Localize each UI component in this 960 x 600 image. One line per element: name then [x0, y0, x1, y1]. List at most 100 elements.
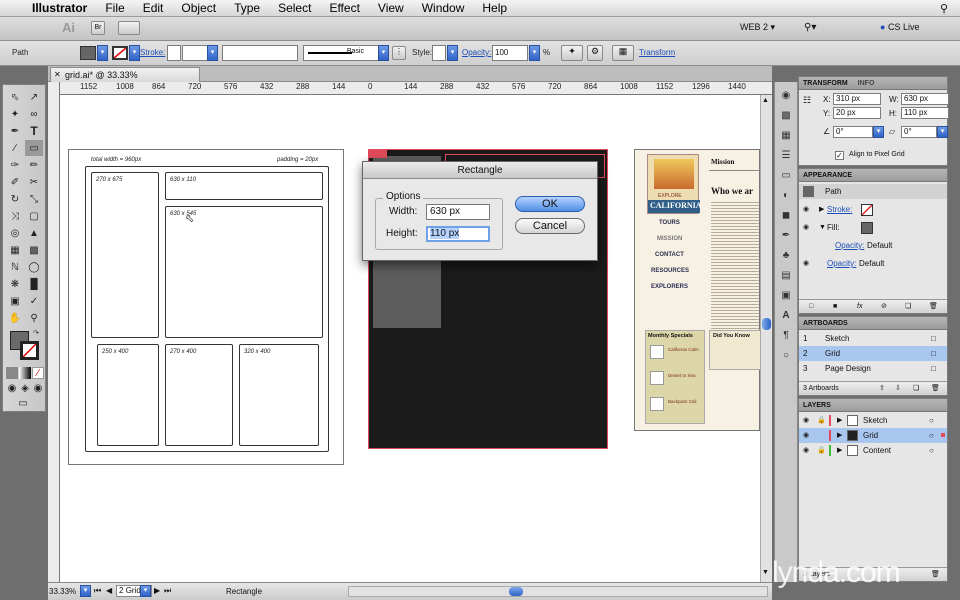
blob-brush-tool-icon[interactable]: ✐	[6, 174, 24, 190]
brush-options-button[interactable]: ⋮	[392, 46, 406, 60]
blend-tool-icon[interactable]: ◯	[25, 259, 43, 275]
brushes-panel-icon[interactable]: ✒	[779, 228, 793, 242]
width-tool-icon[interactable]: ⤨	[6, 208, 24, 224]
graphic-style-swatch[interactable]	[432, 45, 446, 61]
appearance-stroke-label[interactable]: Stroke:	[827, 202, 852, 217]
symbol-sprayer-tool-icon[interactable]: ❋	[6, 276, 24, 292]
shape-builder-tool-icon[interactable]: ◎	[6, 225, 24, 241]
move-up-icon[interactable]: ⇧	[879, 382, 885, 396]
artboard-tool-icon[interactable]: ▣	[6, 293, 24, 309]
artboard-row[interactable]: 3 Page Design □	[799, 361, 947, 376]
eye-icon[interactable]: ◉	[803, 417, 813, 425]
opacity-input[interactable]: 100	[492, 45, 528, 61]
add-fill-icon[interactable]: ■	[833, 300, 837, 314]
color-guide-icon[interactable]: ▩	[779, 108, 793, 122]
menu-select[interactable]: Select	[269, 1, 320, 15]
symbols-panel-icon[interactable]: ♣	[779, 248, 793, 262]
appearance-stroke-row[interactable]: ◉ ▶ Stroke:	[799, 202, 947, 217]
stroke-dropdown[interactable]: ▾	[129, 45, 140, 61]
eye-icon[interactable]: ◉	[803, 432, 813, 440]
x-input[interactable]: 310 px	[833, 93, 881, 105]
align-button[interactable]: ▦	[612, 45, 634, 61]
trash-icon[interactable]: 🗑	[931, 382, 940, 396]
rotate-input[interactable]: 0°	[833, 126, 873, 138]
eye-icon[interactable]: ◉	[803, 224, 813, 232]
workspace-switcher[interactable]: WEB 2 ▾	[740, 22, 775, 33]
menu-file[interactable]: File	[96, 1, 133, 15]
add-effect-icon[interactable]: fx	[857, 300, 862, 314]
paragraph-panel-icon[interactable]: ¶	[779, 328, 793, 342]
graphic-style-dropdown[interactable]: ▾	[447, 45, 458, 61]
ok-button[interactable]: OK	[515, 196, 585, 212]
artboard-row[interactable]: 1 Sketch □	[799, 331, 947, 346]
stroke-color-box[interactable]	[20, 341, 39, 360]
align-pixel-checkbox[interactable]: ✓	[835, 151, 844, 160]
zoom-level[interactable]: 33.33%	[49, 587, 76, 596]
eye-icon[interactable]: ◉	[803, 447, 813, 455]
vertical-ruler[interactable]	[48, 82, 60, 582]
tab-transform[interactable]: TRANSFORM	[803, 80, 848, 87]
tab-appearance[interactable]: APPEARANCE	[803, 172, 852, 179]
artboard-page-design[interactable]: EXPLORE CALIFORNIA Mission Who we ar TOU…	[634, 149, 761, 431]
disclosure-triangle-icon[interactable]: ▶	[819, 202, 824, 217]
prev-artboard-button[interactable]: ◀	[106, 586, 112, 595]
cancel-button[interactable]: Cancel	[515, 218, 585, 234]
gradient-tool-icon[interactable]: ▩	[25, 242, 43, 258]
stroke-label[interactable]: Stroke:	[140, 48, 165, 57]
rectangle-tool-icon[interactable]: ▭	[25, 140, 43, 156]
color-panel-icon[interactable]: ◉	[779, 88, 793, 102]
direct-selection-tool-icon[interactable]: ↗	[25, 89, 43, 105]
stroke-swatch[interactable]	[112, 46, 128, 60]
line-tool-icon[interactable]: ∕	[6, 140, 24, 156]
lock-icon[interactable]: 🔒	[817, 443, 826, 458]
tab-info[interactable]: INFO	[858, 80, 875, 87]
fill-swatch[interactable]	[80, 46, 96, 60]
stroke-panel-icon[interactable]: ☰	[779, 148, 793, 162]
trash-icon[interactable]: 🗑	[931, 568, 940, 582]
layer-row[interactable]: ◉ 🔒 ▶ Sketch ○	[799, 413, 947, 428]
tab-artboards[interactable]: ARTBOARDS	[803, 320, 848, 327]
rotate-dropdown[interactable]: ▾	[873, 126, 884, 138]
rotate-tool-icon[interactable]: ↻	[6, 191, 24, 207]
y-input[interactable]: 20 px	[833, 107, 881, 119]
tab-layers[interactable]: LAYERS	[803, 402, 831, 409]
transparency-panel-icon[interactable]: ◐	[779, 188, 793, 202]
height-input[interactable]: 110 px	[426, 226, 490, 242]
recolor-artwork-button[interactable]: ✦	[561, 45, 583, 61]
last-artboard-button[interactable]: ⏭	[164, 586, 171, 596]
zoom-tool-icon[interactable]: ⚲	[25, 310, 43, 326]
lock-icon[interactable]: 🔒	[817, 413, 826, 428]
move-down-icon[interactable]: ⇩	[895, 382, 901, 396]
appearance-fill-row[interactable]: ◉ ▼ Fill:	[799, 220, 947, 235]
scale-tool-icon[interactable]: ⤡	[25, 191, 43, 207]
layer-row[interactable]: ◉ 🔒 ▶ Content ○	[799, 443, 947, 458]
h-input[interactable]: 110 px	[901, 107, 949, 119]
slice-tool-icon[interactable]: ✓	[25, 293, 43, 309]
artboard-sketch[interactable]: total width = 960px padding = 20px 270 x…	[68, 149, 344, 465]
column-graph-tool-icon[interactable]: █	[25, 276, 43, 292]
artboard-row-selected[interactable]: 2 Grid □	[799, 346, 947, 361]
color-mode-icon[interactable]	[6, 367, 18, 379]
appearance-fill-label[interactable]: Fill:	[827, 220, 839, 235]
disclosure-triangle-icon[interactable]: ▶	[837, 443, 842, 458]
disclosure-triangle-open-icon[interactable]: ▼	[819, 220, 826, 235]
menu-edit[interactable]: Edit	[134, 1, 173, 15]
duplicate-item-icon[interactable]: ❏	[905, 300, 911, 314]
transform-link[interactable]: Transform	[639, 48, 675, 57]
draw-behind-icon[interactable]: ◈	[19, 382, 31, 394]
pencil-tool-icon[interactable]: ✏	[25, 157, 43, 173]
cs-live-button[interactable]: ● CS Live	[880, 22, 919, 32]
gradient-panel-icon[interactable]: ▭	[779, 168, 793, 182]
target-icon[interactable]: ○	[929, 413, 934, 428]
perspective-grid-tool-icon[interactable]: ▲	[25, 225, 43, 241]
eyedropper-tool-icon[interactable]: ℕ	[6, 259, 24, 275]
links-panel-icon[interactable]: ○	[779, 348, 793, 362]
scroll-down-arrow[interactable]: ▼	[762, 569, 769, 576]
appearance-opacity-row[interactable]: ◉ Opacity: Default	[799, 256, 947, 271]
reference-point-icon[interactable]: ☷	[803, 93, 817, 107]
menu-app-illustrator[interactable]: Illustrator	[23, 1, 96, 15]
artboard-options-icon[interactable]: □	[931, 346, 936, 361]
menu-effect[interactable]: Effect	[320, 1, 368, 15]
stroke-weight-field[interactable]	[167, 45, 181, 61]
brush-definition[interactable]: Basic	[303, 45, 379, 61]
